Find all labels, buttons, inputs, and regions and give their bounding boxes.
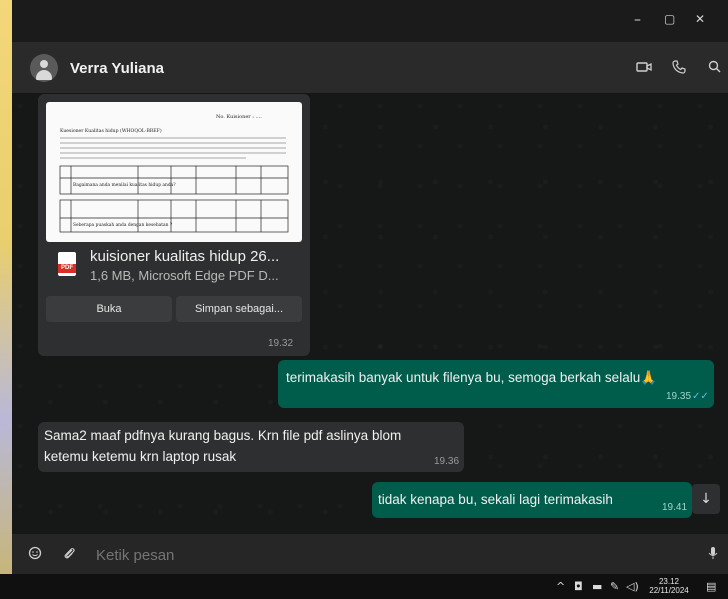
message-time: 19.36 (434, 456, 460, 467)
notification-icon[interactable]: ▤ (706, 580, 716, 593)
message-time: 19.32 (268, 338, 294, 349)
save-as-button[interactable]: Simpan sebagai... (176, 296, 302, 322)
taskbar-clock[interactable]: 23.12 22/11/2024 (646, 577, 692, 595)
volume-icon[interactable]: ◁) (626, 580, 639, 593)
document-info[interactable]: PDF kuisioner kualitas hidup 26... 1,6 M… (46, 244, 302, 290)
video-call-icon[interactable] (636, 60, 652, 76)
message-time: 19.41 (662, 502, 688, 513)
message-time: 19.35 (666, 391, 692, 402)
taskbar: ^ ◘ ▬ ✎ ◁) 23.12 22/11/2024 ▤ (0, 574, 728, 599)
avatar-head (40, 60, 48, 68)
whatsapp-window: – ▢ ✕ Verra Yuliana No. Kuisioner : ....… (12, 0, 728, 574)
document-file-name: kuisioner kualitas hidup 26... (90, 248, 280, 265)
minimize-button[interactable]: – (634, 12, 641, 28)
document-message[interactable]: No. Kuisioner : .... Kuesioner Kualitas … (38, 94, 310, 356)
outgoing-message[interactable]: terimakasih banyak untuk filenya bu, sem… (278, 360, 714, 408)
message-text-line-1: Sama2 maaf pdfnya kurang bagus. Krn file… (44, 428, 402, 443)
voice-call-icon[interactable] (672, 60, 686, 77)
scroll-to-bottom-button[interactable]: ↓ (692, 484, 720, 514)
title-bar: – ▢ ✕ (12, 0, 728, 42)
chevron-up-icon[interactable]: ^ (556, 580, 565, 593)
avatar[interactable] (30, 54, 58, 82)
clock-date: 22/11/2024 (649, 586, 689, 595)
outgoing-message[interactable]: tidak kenapa bu, sekali lagi terimakasih… (372, 482, 692, 518)
maximize-button[interactable]: ▢ (664, 12, 675, 26)
document-file-meta: 1,6 MB, Microsoft Edge PDF D... (90, 268, 279, 283)
pdf-file-icon: PDF (58, 252, 76, 276)
contact-name[interactable]: Verra Yuliana (70, 60, 164, 77)
arrow-down-icon: ↓ (700, 491, 712, 507)
emoji-icon[interactable] (28, 546, 42, 564)
search-icon[interactable] (708, 60, 721, 76)
preview-title: Kuesioner Kualitas hidup (WHOQOL-BREF) (60, 127, 162, 134)
meet-now-icon[interactable]: ◘ (574, 580, 583, 593)
network-icon[interactable]: ▬ (592, 580, 602, 593)
pen-icon[interactable]: ✎ (610, 580, 619, 593)
message-text: tidak kenapa bu, sekali lagi terimakasih (378, 492, 613, 507)
microphone-icon[interactable] (708, 546, 718, 564)
message-composer (12, 534, 728, 574)
message-text: terimakasih banyak untuk filenya bu, sem… (286, 370, 658, 385)
open-document-button[interactable]: Buka (46, 296, 172, 322)
message-input[interactable] (96, 544, 656, 566)
read-receipt-icon: ✓✓ (692, 391, 709, 402)
attach-icon[interactable] (62, 546, 76, 564)
preview-question-1: Bagaimana anda menilai kualitas hidup an… (73, 183, 176, 188)
preview-question-2: Seberapa puaskah anda dengan kesehatan ? (73, 223, 173, 228)
avatar-body (36, 70, 52, 80)
message-area[interactable]: No. Kuisioner : .... Kuesioner Kualitas … (12, 94, 728, 534)
incoming-message[interactable]: Sama2 maaf pdfnya kurang bagus. Krn file… (38, 422, 464, 472)
clock-time: 23.12 (658, 577, 680, 586)
preview-header-right: No. Kuisioner : .... (216, 114, 262, 120)
pdf-badge: PDF (58, 264, 76, 273)
message-text-line-2: ketemu ketemu krn laptop rusak (44, 449, 237, 464)
desktop-background-left (0, 0, 12, 599)
pdf-preview-thumbnail[interactable]: No. Kuisioner : .... Kuesioner Kualitas … (46, 102, 302, 242)
close-button[interactable]: ✕ (695, 12, 705, 26)
chat-header[interactable]: Verra Yuliana (12, 42, 728, 94)
